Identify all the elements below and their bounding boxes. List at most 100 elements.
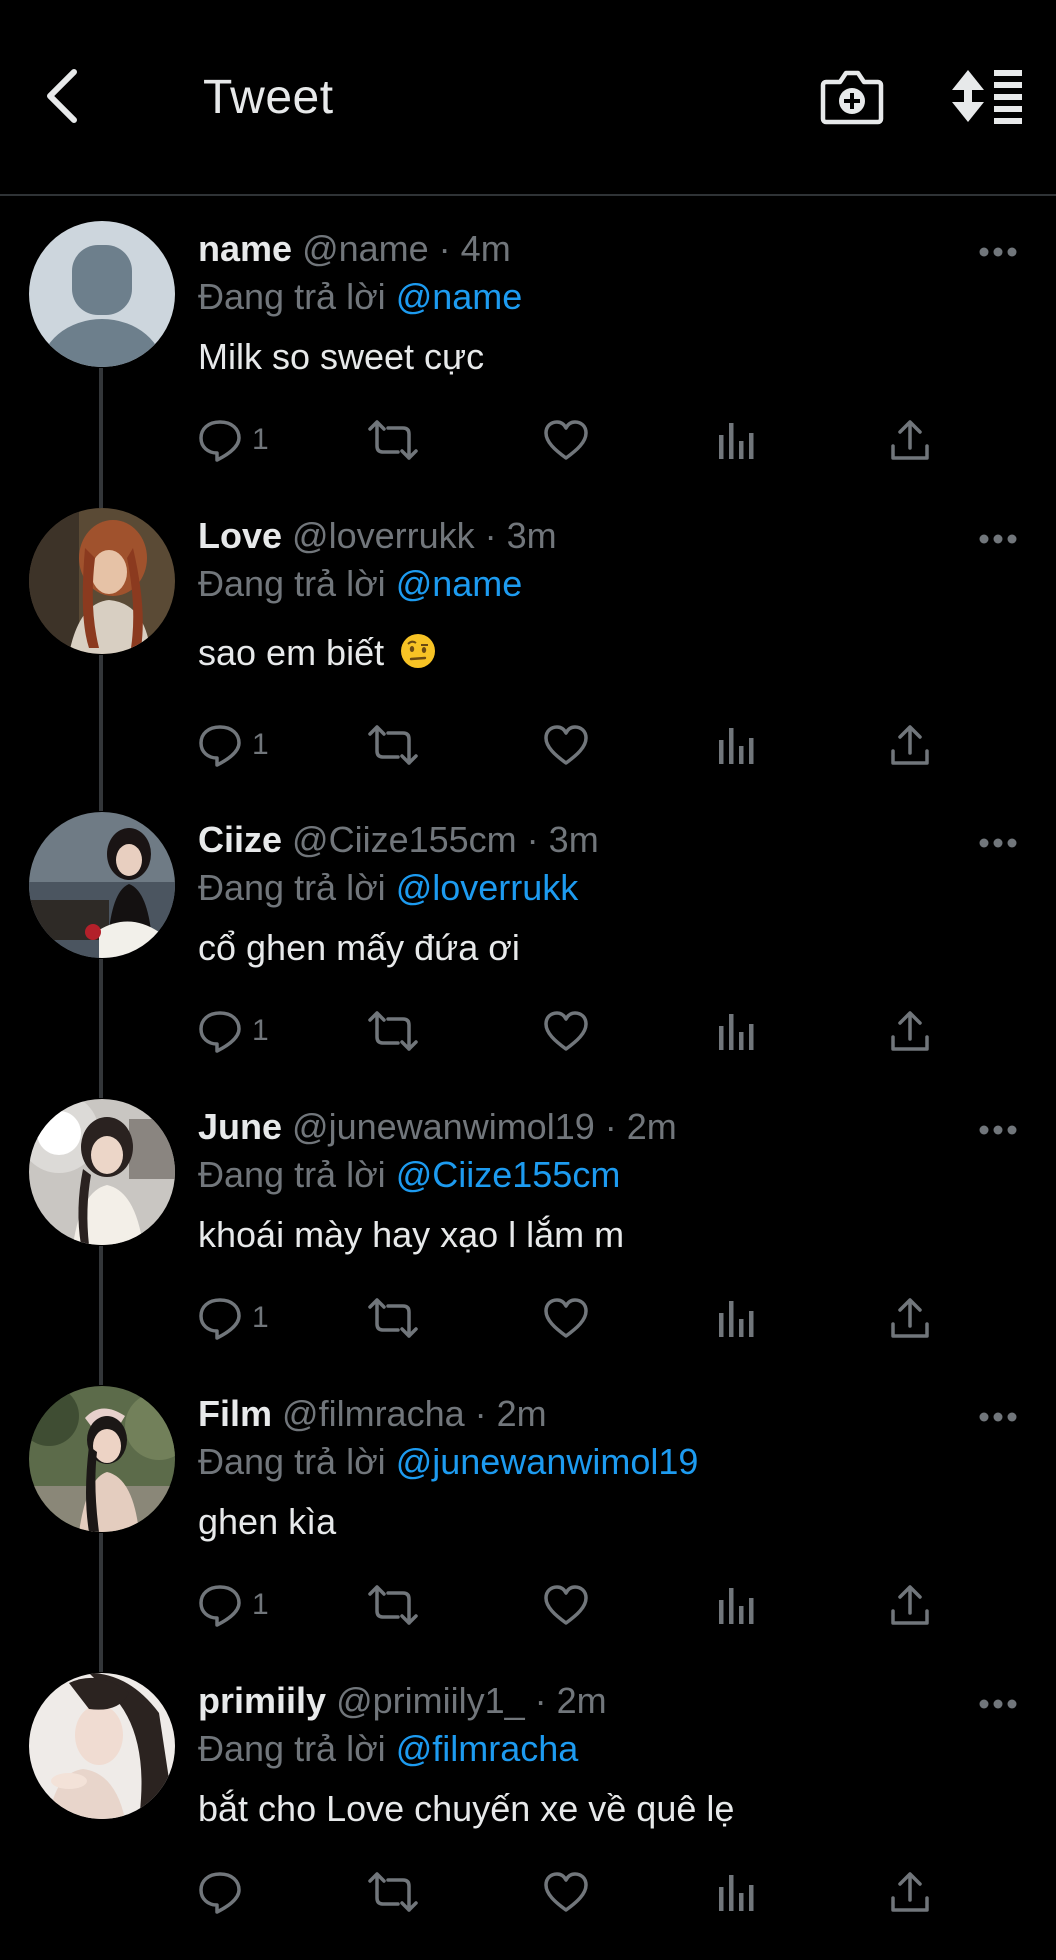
heart-icon xyxy=(544,420,588,460)
profile-photo xyxy=(29,1673,175,1819)
avatar[interactable] xyxy=(29,1099,175,1245)
analytics-icon xyxy=(719,423,754,459)
like-button[interactable] xyxy=(543,720,589,770)
reply-tweet[interactable]: June @junewanwimol19 · 2m Đang trả lời @… xyxy=(0,1099,1056,1386)
retweet-button[interactable] xyxy=(368,1867,418,1917)
reply-button[interactable]: 1 xyxy=(198,415,269,465)
display-name[interactable]: Film xyxy=(198,1393,272,1434)
heart-icon xyxy=(544,725,588,765)
share-button[interactable] xyxy=(888,1006,932,1056)
handle[interactable]: @loverrukk xyxy=(292,515,475,556)
analytics-icon xyxy=(719,1014,754,1050)
more-icon xyxy=(979,838,1017,848)
handle[interactable]: @junewanwimol19 xyxy=(292,1106,595,1147)
reply-tweet[interactable]: primiily @primiily1_ · 2m Đang trả lời @… xyxy=(0,1673,1056,1960)
reply-tweet[interactable]: Film @filmracha · 2m Đang trả lời @junew… xyxy=(0,1386,1056,1673)
heart-icon xyxy=(544,1011,588,1051)
default-avatar-icon xyxy=(29,221,175,367)
retweet-button[interactable] xyxy=(368,1293,418,1343)
reply-icon xyxy=(199,1585,241,1627)
mention-link[interactable]: @name xyxy=(396,276,523,317)
reply-icon xyxy=(199,1298,241,1340)
analytics-icon xyxy=(719,728,754,764)
more-options-button[interactable] xyxy=(978,1123,1018,1135)
avatar[interactable] xyxy=(29,1386,175,1532)
more-options-button[interactable] xyxy=(978,836,1018,848)
share-button[interactable] xyxy=(888,415,932,465)
like-button[interactable] xyxy=(543,1867,589,1917)
mention-link[interactable]: @junewanwimol19 xyxy=(396,1441,699,1482)
like-button[interactable] xyxy=(543,415,589,465)
reply-button[interactable]: 1 xyxy=(198,1580,269,1630)
share-button[interactable] xyxy=(888,720,932,770)
reply-tweet[interactable]: name @name · 4m Đang trả lời @name Milk … xyxy=(0,221,1056,508)
avatar[interactable] xyxy=(29,221,175,367)
retweet-button[interactable] xyxy=(368,1580,418,1630)
handle[interactable]: @name xyxy=(302,228,429,269)
face-with-raised-eyebrow-icon xyxy=(401,634,436,668)
views-button[interactable] xyxy=(718,415,756,465)
tweet-text: bắt cho Love chuyến xe về quê lẹ xyxy=(198,1788,735,1829)
more-icon xyxy=(979,1125,1017,1135)
share-button[interactable] xyxy=(888,1867,932,1917)
reply-tweet[interactable]: Ciize @Ciize155cm · 3m Đang trả lời @lov… xyxy=(0,812,1056,1099)
views-button[interactable] xyxy=(718,720,756,770)
tweet-text: Milk so sweet cực xyxy=(198,336,485,377)
like-button[interactable] xyxy=(543,1293,589,1343)
views-button[interactable] xyxy=(718,1293,756,1343)
avatar[interactable] xyxy=(29,812,175,958)
display-name[interactable]: primiily xyxy=(198,1680,326,1721)
camera-button[interactable] xyxy=(820,68,884,126)
handle[interactable]: @primiily1_ xyxy=(336,1680,525,1721)
display-name[interactable]: name xyxy=(198,228,292,269)
more-options-button[interactable] xyxy=(978,1697,1018,1709)
mention-link[interactable]: @name xyxy=(396,563,523,604)
action-bar: 1 xyxy=(198,1293,938,1343)
tweet-text: cổ ghen mấy đứa ơi xyxy=(198,927,520,968)
mention-link[interactable]: @loverrukk xyxy=(396,867,579,908)
more-options-button[interactable] xyxy=(978,245,1018,257)
views-button[interactable] xyxy=(718,1580,756,1630)
more-icon xyxy=(979,1412,1017,1422)
more-icon xyxy=(979,247,1017,257)
reply-tweet[interactable]: Love @loverrukk · 3m Đang trả lời @name … xyxy=(0,508,1056,795)
profile-photo xyxy=(29,508,175,654)
back-button[interactable] xyxy=(40,66,90,126)
retweet-button[interactable] xyxy=(368,1006,418,1056)
sort-replies-button[interactable] xyxy=(952,68,1024,124)
reply-button[interactable]: 1 xyxy=(198,1293,269,1343)
avatar[interactable] xyxy=(29,508,175,654)
tweet-text: sao em biết xyxy=(198,632,385,673)
replying-label: Đang trả lời xyxy=(198,1441,396,1482)
analytics-icon xyxy=(719,1875,754,1911)
like-button[interactable] xyxy=(543,1006,589,1056)
more-options-button[interactable] xyxy=(978,1410,1018,1422)
reply-count: 1 xyxy=(252,1301,269,1334)
share-button[interactable] xyxy=(888,1293,932,1343)
display-name[interactable]: Love xyxy=(198,515,282,556)
display-name[interactable]: June xyxy=(198,1106,282,1147)
retweet-button[interactable] xyxy=(368,720,418,770)
chevron-left-icon xyxy=(47,69,77,123)
mention-link[interactable]: @filmracha xyxy=(396,1728,579,1769)
tweet-text-row: sao em biết xyxy=(198,631,436,675)
reply-button[interactable] xyxy=(198,1867,252,1917)
replying-label: Đang trả lời xyxy=(198,563,396,604)
retweet-icon xyxy=(368,1872,418,1912)
share-button[interactable] xyxy=(888,1580,932,1630)
handle[interactable]: @filmracha xyxy=(282,1393,465,1434)
retweet-button[interactable] xyxy=(368,415,418,465)
more-options-button[interactable] xyxy=(978,532,1018,544)
reply-button[interactable]: 1 xyxy=(198,1006,269,1056)
retweet-icon xyxy=(368,725,418,765)
avatar[interactable] xyxy=(29,1673,175,1819)
display-name[interactable]: Ciize xyxy=(198,819,282,860)
like-button[interactable] xyxy=(543,1580,589,1630)
reply-button[interactable]: 1 xyxy=(198,720,269,770)
replying-label: Đang trả lời xyxy=(198,1154,396,1195)
mention-link[interactable]: @Ciize155cm xyxy=(396,1154,621,1195)
handle[interactable]: @Ciize155cm xyxy=(292,819,517,860)
top-bar: Tweet xyxy=(0,0,1056,196)
views-button[interactable] xyxy=(718,1867,756,1917)
views-button[interactable] xyxy=(718,1006,756,1056)
